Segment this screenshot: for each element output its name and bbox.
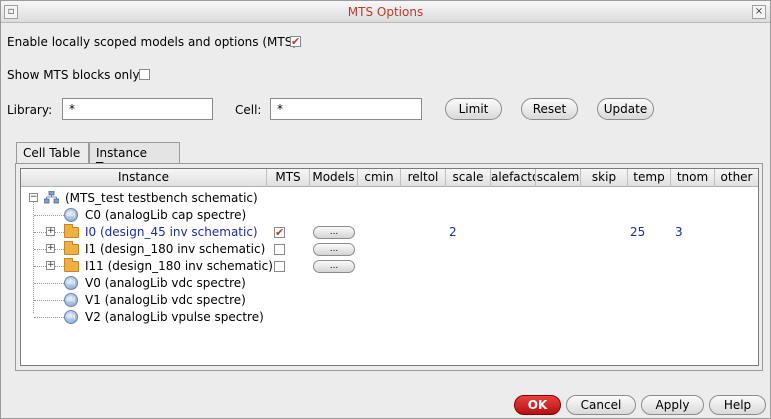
tnom-value[interactable]: 3 — [675, 225, 683, 239]
instance-label: I11 (design_180 inv schematic) — [85, 259, 273, 273]
title-bar: ▫ MTS Options ⨯ — [1, 1, 770, 23]
obj-icon: obj — [64, 276, 78, 290]
instance-label: V0 (analogLib vdc spectre) — [85, 276, 246, 290]
folder-icon — [64, 241, 79, 255]
mts-checkbox[interactable] — [274, 261, 285, 272]
tab-instance-tree[interactable]: Instance Tree — [89, 142, 180, 174]
cell-table-panel: Instance MTS Models cmin reltol scale al… — [15, 163, 763, 371]
mts-checkbox[interactable] — [274, 244, 285, 255]
help-button[interactable]: Help — [709, 395, 766, 415]
models-button[interactable]: ... — [313, 260, 355, 273]
table-row[interactable]: obj V2 (analogLib vpulse spectre) — [21, 309, 758, 326]
update-button[interactable]: Update — [597, 98, 654, 120]
show-blocks-label: Show MTS blocks only — [7, 68, 140, 82]
instance-label: C0 (analogLib cap spectre) — [85, 208, 247, 222]
instance-label: V2 (analogLib vpulse spectre) — [85, 310, 264, 324]
apply-button[interactable]: Apply — [641, 395, 704, 415]
column-header-tnom[interactable]: tnom — [671, 169, 715, 187]
column-header-mts[interactable]: MTS — [267, 169, 310, 187]
column-header-other[interactable]: other — [715, 169, 758, 187]
instance-label: (MTS_test testbench schematic) — [65, 191, 258, 205]
cell-label: Cell: — [235, 103, 262, 117]
library-label: Library: — [7, 103, 53, 117]
column-header-reltol[interactable]: reltol — [401, 169, 446, 187]
column-header-scalem[interactable]: scalem — [536, 169, 581, 187]
table-row[interactable]: obj C0 (analogLib cap spectre) — [21, 207, 758, 224]
temp-value[interactable]: 25 — [630, 225, 645, 239]
limit-button[interactable]: Limit — [445, 98, 502, 120]
column-header-models[interactable]: Models — [310, 169, 358, 187]
cancel-button[interactable]: Cancel — [566, 395, 636, 415]
tree-guide-line — [34, 215, 64, 216]
models-button[interactable]: ... — [313, 243, 355, 256]
mts-options-dialog: ▫ MTS Options ⨯ Enable locally scoped mo… — [0, 0, 771, 419]
expand-icon[interactable]: + — [46, 261, 55, 270]
tree-guide-line — [34, 283, 64, 284]
instance-label: I0 (design_45 inv schematic) — [85, 225, 258, 239]
instance-label: I1 (design_180 inv schematic) — [85, 242, 266, 256]
models-button[interactable]: ... — [313, 226, 355, 239]
table-row[interactable]: − (MTS_test testbench schematic) — [21, 190, 758, 207]
expand-icon[interactable]: + — [46, 244, 55, 253]
window-title: MTS Options — [347, 5, 424, 19]
column-header-cmin[interactable]: cmin — [358, 169, 401, 187]
tree-guide-line — [34, 300, 64, 301]
table-row[interactable]: obj V0 (analogLib vdc spectre) — [21, 275, 758, 292]
close-icon[interactable]: ⨯ — [752, 5, 766, 19]
column-header-scale[interactable]: scale — [446, 169, 491, 187]
ok-button[interactable]: OK — [514, 395, 561, 415]
column-header-alefactor[interactable]: alefactor — [491, 169, 536, 187]
scale-value[interactable]: 2 — [449, 225, 457, 239]
table-row[interactable]: + I11 (design_180 inv schematic) ... — [21, 258, 758, 275]
show-blocks-checkbox[interactable] — [139, 69, 150, 80]
obj-icon: obj — [64, 208, 78, 222]
mts-checkbox[interactable]: ✔ — [274, 227, 285, 238]
table-row[interactable]: + I1 (design_180 inv schematic) ... — [21, 241, 758, 258]
enable-mts-label: Enable locally scoped models and options… — [7, 35, 298, 49]
tree-guide-line — [34, 317, 64, 318]
column-header-instance[interactable]: Instance — [21, 169, 267, 187]
table-header: Instance MTS Models cmin reltol scale al… — [21, 169, 758, 187]
folder-icon — [64, 224, 79, 238]
folder-icon — [64, 258, 79, 272]
column-header-skip[interactable]: skip — [581, 169, 628, 187]
instance-table: Instance MTS Models cmin reltol scale al… — [20, 168, 759, 366]
instance-label: V1 (analogLib vdc spectre) — [85, 293, 246, 307]
column-header-temp[interactable]: temp — [628, 169, 671, 187]
obj-icon: obj — [64, 310, 78, 324]
expand-icon[interactable]: + — [46, 227, 55, 236]
enable-mts-checkbox[interactable]: ✔ — [290, 36, 301, 47]
collapse-icon[interactable]: − — [29, 193, 38, 202]
cell-input[interactable]: * — [270, 98, 422, 120]
obj-icon: obj — [64, 293, 78, 307]
library-input[interactable]: * — [62, 98, 213, 120]
hierarchy-icon — [44, 191, 59, 204]
table-row[interactable]: + I0 (design_45 inv schematic) ✔ ... 2 2… — [21, 224, 758, 241]
reset-button[interactable]: Reset — [521, 98, 578, 120]
table-row[interactable]: obj V1 (analogLib vdc spectre) — [21, 292, 758, 309]
tab-cell-table[interactable]: Cell Table — [16, 142, 89, 164]
